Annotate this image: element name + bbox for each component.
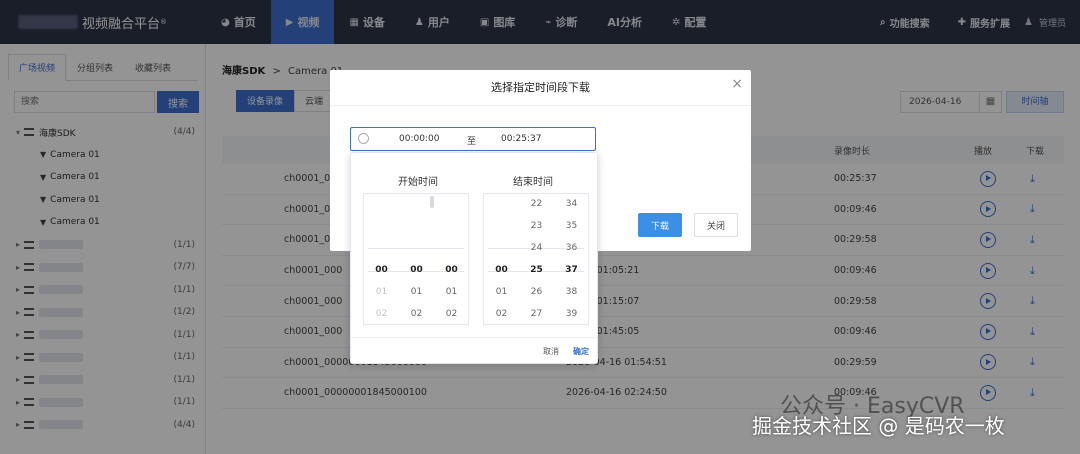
time-option[interactable]: 02	[434, 303, 468, 324]
time-option[interactable]: 01	[364, 281, 399, 303]
hour-column[interactable]: 00 01 02	[484, 194, 519, 324]
time-option[interactable]: 26	[519, 281, 554, 303]
time-option[interactable]	[399, 237, 434, 259]
time-option[interactable]	[484, 194, 519, 215]
end-time-spinner[interactable]: 00 01 02 22 23 24 25 26 27 34 35 36 37 38 39	[483, 193, 589, 325]
picker-confirm-button[interactable]: 确定	[573, 346, 589, 357]
range-separator: 至	[467, 137, 477, 147]
dialog-close-button[interactable]: 关闭	[694, 213, 738, 237]
second-column[interactable]: 00 01 02	[434, 194, 468, 324]
time-option[interactable]: 24	[519, 237, 554, 259]
start-time-spinner[interactable]: 00 01 02 00 01 02 00 01 02	[363, 193, 469, 325]
time-option[interactable]	[399, 194, 434, 215]
time-option[interactable]: 27	[519, 303, 554, 324]
time-option[interactable]: 00	[434, 259, 468, 281]
hour-column[interactable]: 00 01 02	[364, 194, 399, 324]
time-option[interactable]	[364, 194, 399, 215]
time-option[interactable]	[364, 237, 399, 259]
start-time-label: 开始时间	[398, 177, 438, 188]
time-option[interactable]	[364, 215, 399, 237]
range-start-value[interactable]: 00:00:00	[399, 134, 439, 144]
time-option[interactable]	[434, 194, 468, 215]
picker-cancel-button[interactable]: 取消	[543, 346, 559, 357]
second-column[interactable]: 34 35 36 37 38 39	[554, 194, 588, 324]
dialog-title: 选择指定时间段下载	[330, 70, 751, 106]
time-range-picker: 开始时间 结束时间 00 01 02 00 01 02 00 01 02 00 01 02 22 23 2…	[350, 152, 598, 364]
time-option[interactable]: 02	[399, 303, 434, 324]
watermark-text: 掘金技术社区 @ 是码农一枚	[752, 414, 1005, 438]
time-option[interactable]	[484, 215, 519, 237]
time-option[interactable]	[434, 215, 468, 237]
time-option[interactable]: 00	[399, 259, 434, 281]
time-option[interactable]: 01	[399, 281, 434, 303]
time-option[interactable]: 23	[519, 215, 554, 237]
picker-footer: 取消 确定	[351, 337, 597, 363]
time-option[interactable]: 36	[554, 237, 588, 259]
time-option[interactable]	[484, 237, 519, 259]
time-range-input[interactable]: 00:00:00 至 00:25:37	[350, 127, 596, 151]
time-option[interactable]: 39	[554, 303, 588, 324]
time-option[interactable]: 38	[554, 281, 588, 303]
end-time-label: 结束时间	[513, 177, 553, 188]
time-option[interactable]: 25	[519, 259, 554, 281]
time-option[interactable]: 22	[519, 194, 554, 215]
close-icon[interactable]: ×	[731, 76, 743, 92]
time-option[interactable]: 35	[554, 215, 588, 237]
time-option[interactable]: 02	[364, 303, 399, 324]
minute-column[interactable]: 00 01 02	[399, 194, 434, 324]
time-option[interactable]: 02	[484, 303, 519, 324]
time-option[interactable]: 01	[484, 281, 519, 303]
clock-icon	[358, 133, 369, 144]
time-option[interactable]: 34	[554, 194, 588, 215]
minute-column[interactable]: 22 23 24 25 26 27	[519, 194, 554, 324]
time-option[interactable]	[399, 215, 434, 237]
time-option[interactable]	[434, 237, 468, 259]
time-option[interactable]: 00	[484, 259, 519, 281]
time-option[interactable]: 37	[554, 259, 588, 281]
range-end-value[interactable]: 00:25:37	[501, 134, 541, 144]
time-option[interactable]: 00	[364, 259, 399, 281]
time-option[interactable]: 01	[434, 281, 468, 303]
download-button[interactable]: 下载	[638, 213, 682, 237]
